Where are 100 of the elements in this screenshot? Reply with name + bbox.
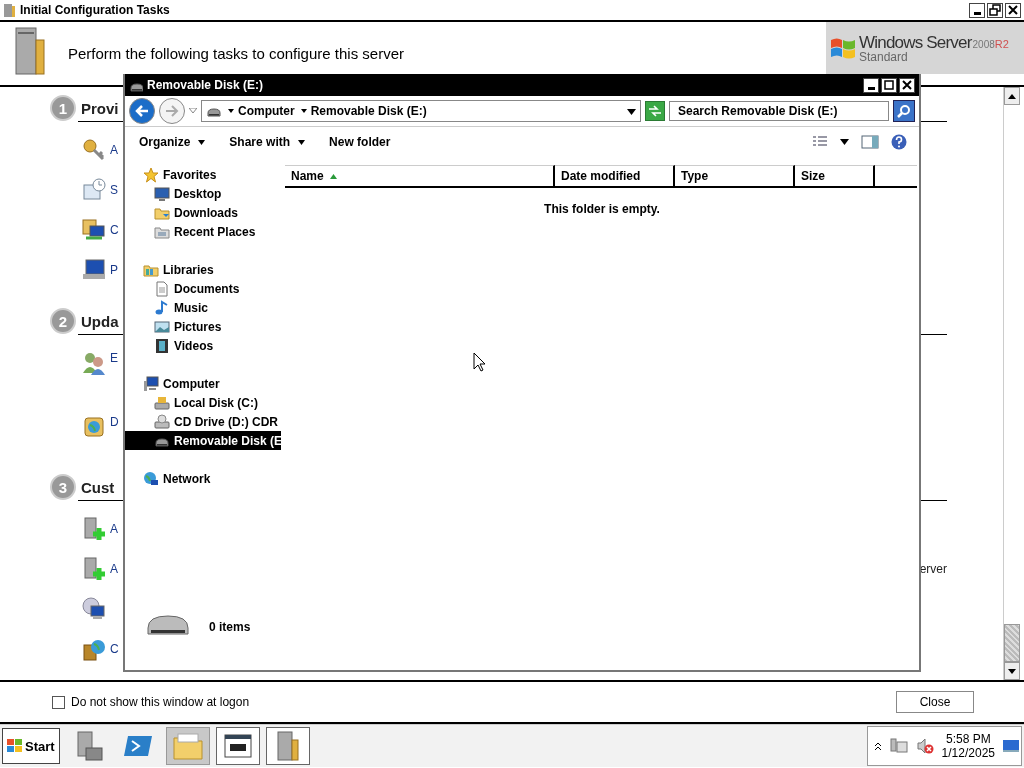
restore-button[interactable] (987, 2, 1003, 18)
step-number: 3 (50, 474, 76, 500)
nav-item[interactable]: Downloads (125, 203, 281, 222)
scroll-down-icon (1008, 668, 1016, 674)
server-tools-icon (14, 26, 48, 78)
minimize-icon (973, 11, 981, 15)
server-add-icon (82, 557, 106, 581)
clock-time: 5:58 PM (945, 731, 991, 746)
minimize-button[interactable] (863, 77, 879, 93)
section-title: Upda (81, 312, 119, 330)
scrollbar-thumb[interactable] (1004, 624, 1020, 662)
logo-version: 2008 (972, 39, 995, 50)
back-button[interactable] (129, 98, 155, 124)
close-button[interactable]: Close (896, 691, 974, 713)
column-header[interactable]: Date modified (555, 165, 675, 186)
calendar-icon (82, 178, 106, 202)
logo-edition: Standard (859, 50, 909, 63)
section-title: Provi (81, 99, 119, 117)
folder-icon (171, 730, 204, 762)
monitor-icon (154, 185, 170, 202)
nav-item[interactable]: Network (125, 469, 281, 488)
window-title: Initial Configuration Tasks (20, 3, 170, 17)
logon-checkbox[interactable]: Do not show this window at logon (52, 695, 250, 709)
preview-pane-icon (861, 135, 879, 149)
satellite-monitor-icon (82, 597, 106, 621)
forward-arrow-icon (165, 105, 179, 117)
drive-icon (154, 394, 170, 411)
task-text: erver (919, 562, 947, 576)
item-count: 0 items (209, 619, 251, 634)
task-link[interactable]: C (110, 223, 119, 237)
help-icon (891, 134, 907, 150)
scroll-up-icon (1008, 93, 1016, 99)
people-icon (82, 351, 106, 375)
minimize-button[interactable] (969, 2, 985, 18)
toolbar-button[interactable]: Share with (227, 133, 308, 151)
toolbar-button[interactable]: New folder (327, 133, 393, 151)
maximize-button[interactable] (881, 77, 897, 93)
start-button[interactable]: Start (2, 728, 60, 764)
nav-item[interactable]: Local Disk (C:) (125, 393, 281, 412)
explorer-title: Removable Disk (E:) (147, 78, 264, 92)
toolbar-button[interactable]: Organize (137, 133, 208, 151)
network-icon (889, 737, 908, 755)
task-link[interactable]: A (110, 522, 118, 536)
task-link[interactable]: D (110, 415, 119, 429)
maximize-icon (883, 79, 895, 91)
nav-item[interactable]: Music (125, 298, 281, 317)
task-link[interactable]: P (110, 263, 118, 277)
key-icon (82, 138, 106, 162)
minimize-icon (867, 86, 875, 90)
tray-expand-icon (873, 741, 882, 751)
close-icon (901, 79, 913, 91)
scrollbar[interactable] (1003, 87, 1020, 680)
empty-folder-message: This folder is empty. (543, 202, 661, 216)
task-link[interactable]: A (110, 143, 118, 157)
section-title: Cust (81, 478, 115, 496)
nav-item[interactable]: CD Drive (D:) CDR (125, 412, 281, 431)
task-link[interactable]: S (110, 183, 118, 197)
network-computers-icon (82, 218, 106, 242)
nav-item[interactable]: Libraries (125, 260, 281, 279)
nav-item[interactable]: Documents (125, 279, 281, 298)
address-bar[interactable]: Computer Removable Disk (E:) (201, 100, 641, 122)
search-field[interactable]: Search Removable Disk (E:) (669, 101, 889, 121)
close-button[interactable] (1005, 2, 1021, 18)
refresh-button[interactable] (645, 101, 665, 121)
task-link[interactable]: C (110, 642, 119, 656)
dropdown-caret-icon (627, 109, 636, 115)
close-button[interactable] (899, 77, 915, 93)
server-add-icon (82, 517, 106, 541)
nav-item[interactable]: Pictures (125, 317, 281, 336)
nav-item[interactable]: Favorites (125, 165, 281, 184)
task-link[interactable]: E (110, 351, 118, 365)
logo-brand: Windows Server (859, 33, 972, 51)
nav-item[interactable]: Recent Places (125, 222, 281, 241)
column-header[interactable]: Type (675, 165, 795, 186)
logo-tag: R2 (994, 38, 1009, 50)
nav-item[interactable]: Computer (125, 374, 281, 393)
close-icon (1007, 4, 1019, 16)
breadcrumb-item[interactable]: Removable Disk (E:) (310, 104, 427, 118)
breadcrumb-item[interactable]: Computer (238, 104, 295, 118)
task-link[interactable]: A (110, 562, 118, 576)
column-header[interactable]: Name (285, 165, 555, 186)
forward-button[interactable] (159, 98, 185, 124)
nav-item[interactable]: Videos (125, 336, 281, 355)
globe-icon (82, 415, 106, 439)
column-header[interactable]: Size (795, 165, 875, 186)
restore-icon (989, 4, 1001, 16)
speaker-muted-icon (915, 737, 934, 755)
computer-icon (143, 375, 159, 392)
windows-flag-icon (7, 739, 23, 753)
nav-item[interactable]: Removable Disk (E (125, 431, 281, 450)
taskbar-app-button[interactable] (215, 727, 260, 765)
tools-icon (3, 2, 17, 18)
breadcrumb-caret-icon (300, 109, 307, 113)
document-icon (154, 280, 170, 297)
nav-item[interactable]: Desktop (125, 184, 281, 203)
dropdown-caret-icon (840, 139, 849, 145)
search-button[interactable] (893, 100, 915, 122)
view-list-icon (812, 136, 828, 148)
step-number: 1 (50, 95, 76, 121)
show-desktop-icon (1003, 739, 1019, 753)
